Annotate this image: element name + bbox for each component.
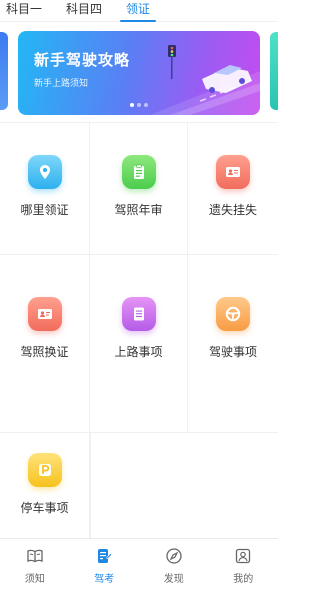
banner-subtitle: 新手上路须知 [34, 79, 89, 89]
license-card-icon [27, 297, 62, 331]
grid-item-driving-matters[interactable]: 驾驶事项 [188, 255, 278, 433]
clipboard-icon [121, 155, 156, 189]
grid-item-label: 停车事项 [20, 501, 69, 515]
steering-wheel-icon [216, 297, 250, 331]
tab-subject-one[interactable]: 科目一 [0, 0, 54, 22]
nav-label: 发现 [163, 574, 184, 585]
location-pin-icon [27, 155, 62, 189]
carousel-dot[interactable] [137, 103, 141, 107]
nav-item-discover[interactable]: 发现 [139, 539, 209, 589]
nav-item-exam[interactable]: 驾考 [70, 539, 140, 589]
tab-subject-four[interactable]: 科目四 [54, 0, 114, 22]
banner-slide[interactable]: 新手驾驶攻略 新手上路须知 [18, 31, 260, 115]
carousel-dot[interactable] [130, 103, 134, 107]
grid-empty-cell [188, 433, 278, 539]
grid-item-label: 哪里领证 [20, 203, 69, 217]
grid-item-license-renewal[interactable]: 驾照换证 [0, 255, 90, 433]
grid-item-label: 上路事项 [114, 345, 163, 359]
carousel-dot[interactable] [144, 103, 148, 107]
grid-item-label: 驾驶事项 [208, 345, 257, 359]
document-icon [121, 297, 156, 331]
nav-label: 驾考 [94, 574, 115, 585]
book-icon [25, 546, 45, 566]
car-road-illustration [150, 45, 260, 115]
grid-item-label: 驾照年审 [114, 203, 163, 217]
grid-item-where-to-get-license[interactable]: 哪里领证 [0, 123, 90, 255]
grid-item-parking-matters[interactable]: 停车事项 [0, 433, 90, 539]
nav-item-mine[interactable]: 我的 [209, 539, 279, 589]
banner-next-slide[interactable] [270, 32, 278, 110]
parking-icon [27, 453, 62, 487]
nav-label: 须知 [24, 574, 45, 585]
compass-icon [164, 546, 184, 566]
profile-icon [233, 546, 253, 566]
bottom-navigation: 须知 驾考 发现 我的 [0, 538, 278, 589]
tab-license[interactable]: 领证 [114, 0, 162, 22]
id-card-icon [216, 155, 250, 189]
feature-grid: 哪里领证 驾照年审 遗失挂失 驾照换证 上路事项 驾驶事项 停车事项 [0, 122, 278, 539]
grid-item-annual-review[interactable]: 驾照年审 [90, 123, 188, 255]
grid-item-label: 遗失挂失 [208, 203, 257, 217]
grid-empty-cell [90, 433, 188, 539]
banner-prev-slide[interactable] [0, 32, 8, 110]
top-tab-bar: 科目一 科目四 领证 [0, 0, 278, 22]
grid-item-label: 驾照换证 [20, 345, 69, 359]
grid-item-lost-report[interactable]: 遗失挂失 [188, 123, 278, 255]
exam-icon [94, 546, 114, 566]
grid-item-road-matters[interactable]: 上路事项 [90, 255, 188, 433]
carousel-indicator [130, 103, 148, 107]
nav-item-notice[interactable]: 须知 [0, 539, 70, 589]
banner-title: 新手驾驶攻略 [34, 51, 131, 69]
nav-label: 我的 [233, 574, 254, 585]
banner-carousel[interactable]: 新手驾驶攻略 新手上路须知 [0, 22, 278, 122]
